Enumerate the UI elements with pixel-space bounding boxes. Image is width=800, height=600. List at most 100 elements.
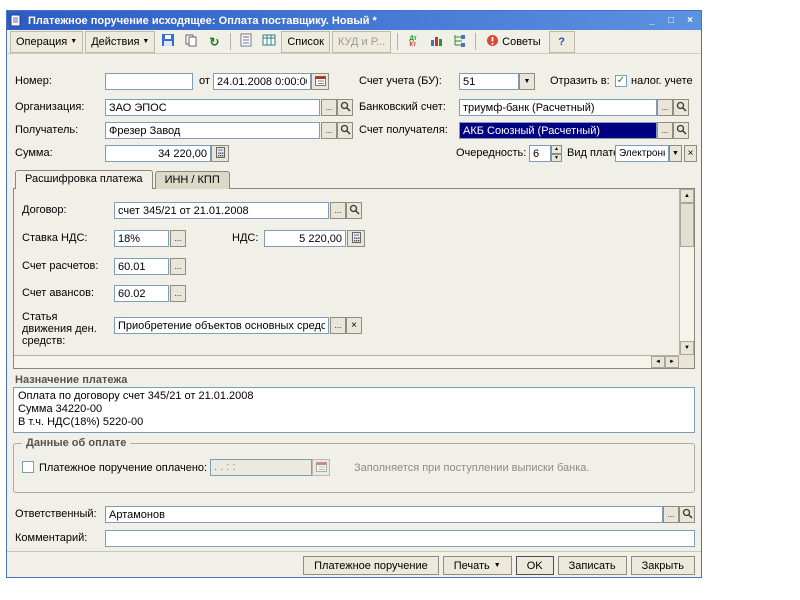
amount-calc-button[interactable] [211,145,229,162]
account-bu-input[interactable] [459,73,519,90]
vertical-scrollbar[interactable]: ▲ ▼ [679,189,694,355]
dtkt-button[interactable]: Дт Кт [402,31,424,53]
list-button[interactable]: Список [281,30,330,53]
payee-lookup-button[interactable] [337,122,353,139]
amount-input[interactable] [105,145,211,162]
spin-up-button[interactable]: ▲ [551,145,562,154]
paid-date-input: . . : : [210,459,312,476]
contract-lookup-button[interactable] [346,202,362,219]
refresh-icon: ↻ [209,34,220,49]
ellipsis-icon: ... [325,126,333,135]
responsible-ellipsis-button[interactable]: ... [663,506,679,523]
scroll-up-button[interactable]: ▲ [680,189,694,203]
actions-menu-button[interactable]: Действия ▼ [85,30,156,53]
scroll-left-button[interactable]: ◄ [651,356,665,368]
tab-inn-kpp[interactable]: ИНН / КПП [154,171,230,189]
contract-label: Договор: [22,204,67,216]
cashflow-item-input[interactable] [114,317,329,334]
vat-rate-ellipsis-button[interactable]: ... [170,230,186,247]
horizontal-scrollbar[interactable]: ◄ ► [14,355,679,368]
scroll-right-button[interactable]: ► [665,356,679,368]
payee-input[interactable] [105,122,320,139]
chevron-down-icon: ▼ [493,562,501,569]
chevron-down-icon: ▼ [672,150,679,157]
organization-lookup-button[interactable] [337,99,353,116]
contract-input[interactable] [114,202,329,219]
bank-account-input[interactable] [459,99,657,116]
ok-button[interactable]: OK [515,556,554,575]
maximize-button[interactable]: □ [663,14,679,28]
bank-account-ellipsis-button[interactable]: ... [657,99,673,116]
settlement-account-input[interactable] [114,258,169,275]
print-button[interactable]: Печать ▼ [442,556,512,575]
advice-button[interactable]: Советы [480,31,546,53]
spin-down-button[interactable]: ▼ [551,153,562,162]
advance-account-ellipsis-button[interactable]: ... [170,285,186,302]
magnifier-icon [676,101,687,114]
check-icon: ✓ [616,75,626,86]
cashflow-item-clear-button[interactable]: × [346,317,362,334]
copy-button[interactable] [180,31,202,53]
paid-hint: Заполняется при поступлении выписки банк… [354,462,590,474]
minimize-button[interactable]: _ [644,14,660,28]
organization-input[interactable] [105,99,320,116]
payment-kind-clear-button[interactable]: × [684,145,697,162]
close-button-bottom[interactable]: Закрыть [630,556,695,575]
refresh-button[interactable]: ↻ [203,31,225,53]
titlebar[interactable]: Платежное поручение исходящее: Оплата по… [7,11,701,30]
comment-input[interactable] [105,530,695,547]
vat-input[interactable] [264,230,346,247]
payee-account-ellipsis-button[interactable]: ... [657,122,673,139]
vat-rate-input[interactable] [114,230,169,247]
number-input[interactable] [105,73,193,90]
payee-account-input[interactable] [459,122,657,139]
contract-ellipsis-button[interactable]: ... [330,202,346,219]
bank-account-lookup-button[interactable] [673,99,689,116]
chart-button[interactable] [425,31,447,53]
ellipsis-icon: ... [174,262,182,271]
date-calendar-button[interactable] [311,73,329,90]
tab-payment-decoding[interactable]: Расшифровка платежа [15,170,153,189]
advance-account-input[interactable] [114,285,169,302]
payee-account-lookup-button[interactable] [673,122,689,139]
help-button[interactable]: ? [548,30,575,53]
responsible-lookup-button[interactable] [679,506,695,523]
toolbar-separator [475,33,477,50]
bank-account-label: Банковский счет: [359,101,446,113]
tree-button[interactable] [448,31,470,53]
purpose-textarea[interactable]: Оплата по договору счет 345/21 от 21.01.… [13,387,695,433]
tab-strip: Расшифровка платежа ИНН / КПП [15,170,232,189]
structure-button[interactable] [235,31,257,53]
vat-calc-button[interactable] [347,230,365,247]
close-button[interactable]: × [682,14,698,28]
scrollbar-thumb[interactable] [680,203,694,247]
calculator-icon [215,147,226,160]
payee-ellipsis-button[interactable]: ... [321,122,337,139]
dtkt-icon: Дт Кт [409,35,417,48]
responsible-input[interactable] [105,506,663,523]
cashflow-item-ellipsis-button[interactable]: ... [330,317,346,334]
organization-ellipsis-button[interactable]: ... [321,99,337,116]
vat-label: НДС: [232,232,259,244]
payment-data-caption: Данные об оплате [22,437,131,449]
paid-checkbox[interactable] [22,461,34,473]
ellipsis-icon: ... [334,321,342,330]
scrollbar-corner [679,355,694,368]
account-bu-dropdown-button[interactable]: ▼ [519,73,535,90]
payment-kind-input[interactable] [615,145,669,162]
scroll-down-button[interactable]: ▼ [680,341,694,355]
report-button[interactable] [258,31,280,53]
ellipsis-icon: ... [174,234,182,243]
settlement-account-ellipsis-button[interactable]: ... [170,258,186,275]
operation-label: Операция [16,35,68,48]
save-button-bottom[interactable]: Записать [557,556,627,575]
tree-icon [452,33,466,50]
save-button[interactable] [157,31,179,53]
priority-input[interactable] [529,145,551,162]
payment-kind-dropdown-button[interactable]: ▼ [669,145,682,162]
floppy-icon [161,33,175,50]
operation-menu-button[interactable]: Операция ▼ [10,30,84,53]
date-input[interactable] [213,73,311,90]
tax-accounting-checkbox[interactable]: ✓ [615,75,627,87]
payment-order-button[interactable]: Платежное поручение [303,556,439,575]
